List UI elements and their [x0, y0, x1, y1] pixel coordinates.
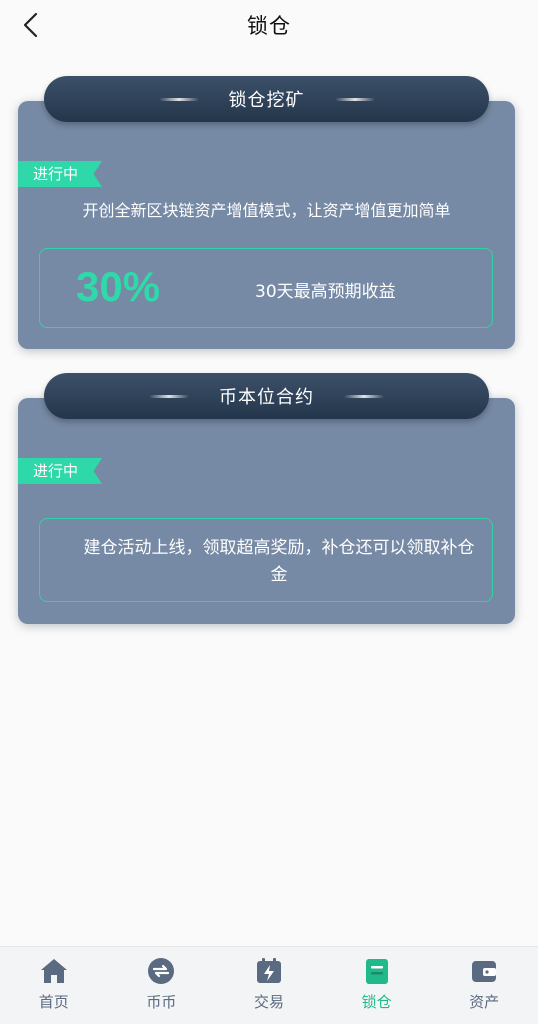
trade-icon: [256, 958, 281, 983]
lock-mining-card[interactable]: 进行中 开创全新区块链资产增值模式，让资产增值更加简单 30% 30天最高预期收…: [18, 76, 515, 349]
nav-label: 首页: [38, 993, 69, 1011]
status-badge: 进行中: [18, 458, 102, 484]
yield-caption: 30天最高预期收益: [255, 282, 396, 302]
nav-item-assets[interactable]: 资产: [430, 947, 538, 1024]
nav-item-lock[interactable]: 锁仓: [323, 947, 431, 1024]
exchange-icon: [148, 958, 175, 984]
yield-box: 30% 30天最高预期收益: [39, 248, 493, 328]
nav-item-home[interactable]: 首页: [0, 947, 108, 1024]
card-body: 进行中 建仓活动上线，领取超高奖励，补仓还可以领取补仓金: [18, 398, 515, 624]
status-badge: 进行中: [18, 161, 102, 187]
nav-item-trade[interactable]: 交易: [215, 947, 323, 1024]
nav-label: 锁仓: [361, 993, 392, 1011]
card-body: 进行中 开创全新区块链资产增值模式，让资产增值更加简单 30% 30天最高预期收…: [18, 101, 515, 349]
page-title: 锁仓: [247, 14, 291, 38]
coin-margined-contract-card[interactable]: 进行中 建仓活动上线，领取超高奖励，补仓还可以领取补仓金 币本位合约: [18, 373, 515, 624]
nav-label: 币币: [146, 993, 177, 1011]
card-banner: 币本位合约: [44, 373, 489, 419]
lock-position-icon: [365, 959, 388, 984]
banner-title: 锁仓挖矿: [228, 90, 305, 111]
banner-title: 币本位合约: [219, 387, 314, 408]
yield-rate: 30%: [76, 263, 161, 310]
bottom-nav: 首页 币币 交易 锁仓 资产: [0, 946, 538, 1024]
banner-decor-right: [344, 394, 384, 398]
wallet-icon: [472, 961, 497, 982]
banner-decor-right: [334, 97, 375, 101]
nav-item-spot[interactable]: 币币: [108, 947, 216, 1024]
card-banner: 锁仓挖矿: [44, 76, 489, 122]
header: 锁仓: [0, 0, 538, 52]
promo-box: 建仓活动上线，领取超高奖励，补仓还可以领取补仓金: [39, 518, 493, 602]
banner-decor-left: [149, 394, 189, 398]
banner-decor-left: [158, 97, 199, 101]
nav-label: 交易: [253, 993, 284, 1011]
nav-label: 资产: [469, 993, 500, 1011]
promo-text: 建仓活动上线，领取超高奖励，补仓还可以领取补仓金: [83, 538, 475, 585]
home-icon: [40, 959, 67, 983]
card-description: 开创全新区块链资产增值模式，让资产增值更加简单: [82, 201, 451, 220]
